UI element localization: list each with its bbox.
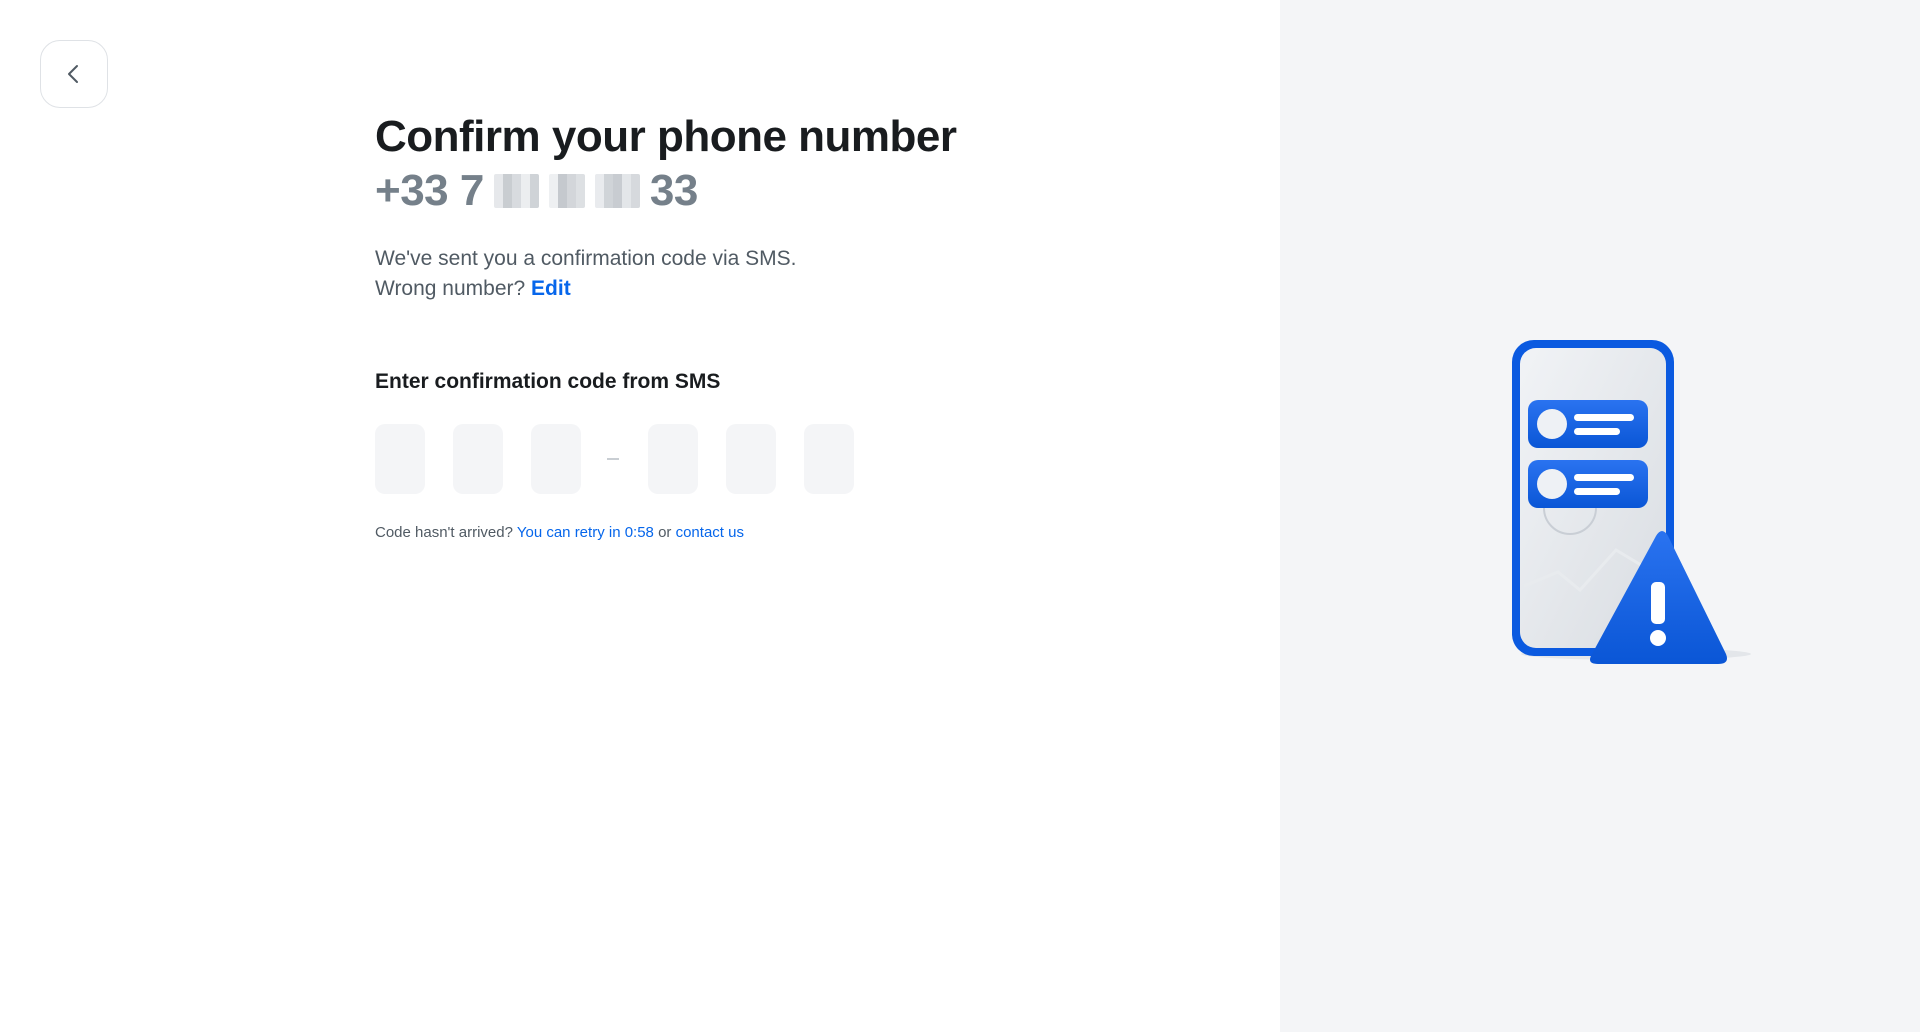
phone-prefix: +33 7 <box>375 166 484 215</box>
edit-link[interactable]: Edit <box>531 277 571 300</box>
code-label: Enter confirmation code from SMS <box>375 370 721 393</box>
masked-digits-3 <box>594 174 640 208</box>
phone-number: +33 7 33 <box>375 164 995 218</box>
wrong-number-text: Wrong number? <box>375 277 526 300</box>
code-input-group <box>375 424 995 494</box>
illustration-panel <box>1280 0 1920 1032</box>
code-separator <box>607 458 619 460</box>
page-title: Confirm your phone number <box>375 112 957 161</box>
wrong-number-line: Wrong number? Edit <box>375 274 995 304</box>
sent-text: We've sent you a confirmation code via S… <box>375 247 797 270</box>
masked-digits-2 <box>548 174 585 208</box>
code-digit-2[interactable] <box>453 424 503 494</box>
masked-digits-1 <box>493 174 539 208</box>
code-digit-6[interactable] <box>804 424 854 494</box>
code-digit-1[interactable] <box>375 424 425 494</box>
phone-warning-illustration <box>1512 340 1751 664</box>
retry-link[interactable]: You can retry in 0:58 <box>517 524 654 541</box>
confirm-form: Confirm your phone number +33 7 33 We've… <box>375 110 995 541</box>
hint-text: Code hasn't arrived? <box>375 524 513 541</box>
resend-hint: Code hasn't arrived? You can retry in 0:… <box>375 524 995 541</box>
contact-link[interactable]: contact us <box>676 524 744 541</box>
code-digit-4[interactable] <box>648 424 698 494</box>
phone-suffix: 33 <box>649 166 698 215</box>
back-button[interactable] <box>40 40 108 108</box>
code-digit-3[interactable] <box>531 424 581 494</box>
or-text: or <box>658 524 672 541</box>
chevron-left-icon <box>68 65 78 83</box>
code-digit-5[interactable] <box>726 424 776 494</box>
sent-info: We've sent you a confirmation code via S… <box>375 244 995 304</box>
page: Confirm your phone number +33 7 33 We've… <box>0 0 1920 1032</box>
main-panel: Confirm your phone number +33 7 33 We've… <box>0 0 1280 1032</box>
